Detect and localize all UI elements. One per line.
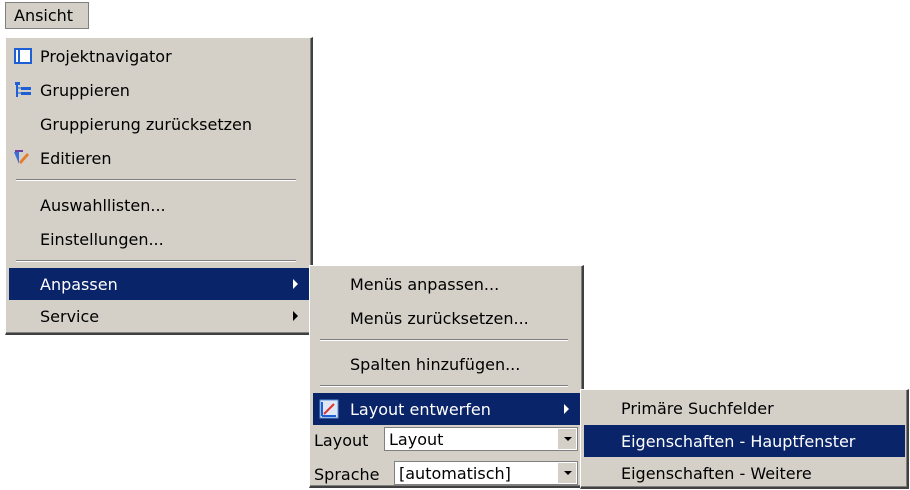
edit-pen-icon: [11, 148, 31, 168]
ansicht-menu: Projektnavigator Gruppieren Gruppierung …: [5, 37, 313, 335]
menu-item-gruppierung-zuruecksetzen[interactable]: Gruppierung zurücksetzen: [9, 108, 309, 140]
menu-item-layout-entwerfen[interactable]: Layout entwerfen: [313, 393, 580, 425]
gruppieren-label: Gruppieren: [40, 80, 130, 100]
submenu-arrow-icon: [564, 404, 569, 414]
layout-design-icon: [319, 399, 339, 419]
eigenschaften-hauptfenster-label: Eigenschaften - Hauptfenster: [621, 431, 856, 451]
separator: [320, 339, 568, 341]
menu-item-menues-anpassen[interactable]: Menüs anpassen...: [313, 268, 580, 300]
sprache-label: Sprache: [314, 465, 380, 484]
sprache-select[interactable]: [automatisch]: [394, 461, 578, 485]
layout-entwerfen-label: Layout entwerfen: [350, 399, 491, 419]
anpassen-label: Anpassen: [40, 274, 118, 294]
menu-item-service[interactable]: Service: [9, 300, 309, 332]
service-label: Service: [40, 306, 100, 326]
tree-icon: [13, 80, 33, 100]
menues-anpassen-label: Menüs anpassen...: [350, 274, 500, 294]
menu-item-eigenschaften-weitere[interactable]: Eigenschaften - Weitere: [584, 457, 905, 489]
menu-item-editieren[interactable]: Editieren: [9, 142, 309, 174]
menu-item-menues-zuruecksetzen[interactable]: Menüs zurücksetzen...: [313, 302, 580, 334]
eigenschaften-weitere-label: Eigenschaften - Weitere: [621, 463, 812, 483]
editieren-label: Editieren: [40, 148, 112, 168]
projektnavigator-label: Projektnavigator: [40, 46, 172, 66]
separator: [16, 260, 296, 262]
separator: [320, 385, 568, 387]
menu-item-anpassen[interactable]: Anpassen: [9, 268, 309, 300]
spalten-hinzufuegen-label: Spalten hinzufügen...: [350, 354, 521, 374]
chevron-down-icon[interactable]: [558, 463, 576, 483]
auswahllisten-label: Auswahllisten...: [40, 195, 166, 215]
submenu-arrow-icon: [293, 279, 298, 289]
menu-item-projektnavigator[interactable]: Projektnavigator: [9, 40, 309, 72]
chevron-down-icon[interactable]: [558, 429, 576, 449]
anpassen-submenu: Menüs anpassen... Menüs zurücksetzen... …: [309, 265, 584, 488]
gruppierung-zuruecksetzen-label: Gruppierung zurücksetzen: [40, 114, 252, 134]
layout-select-value: Layout: [389, 429, 444, 449]
panel-icon: [13, 46, 33, 66]
menubar-ansicht[interactable]: Ansicht: [5, 2, 89, 29]
menu-item-spalten-hinzufuegen[interactable]: Spalten hinzufügen...: [313, 348, 580, 380]
submenu-arrow-icon: [293, 311, 298, 321]
layout-label: Layout: [314, 431, 369, 450]
menu-item-auswahllisten[interactable]: Auswahllisten...: [9, 189, 309, 221]
sprache-select-value: [automatisch]: [399, 463, 511, 483]
primaere-suchfelder-label: Primäre Suchfelder: [621, 398, 774, 418]
layout-entwerfen-submenu: Primäre Suchfelder Eigenschaften - Haupt…: [580, 389, 909, 489]
menu-item-einstellungen[interactable]: Einstellungen...: [9, 223, 309, 255]
einstellungen-label: Einstellungen...: [40, 229, 164, 249]
menu-item-eigenschaften-hauptfenster[interactable]: Eigenschaften - Hauptfenster: [584, 425, 905, 457]
menues-zuruecksetzen-label: Menüs zurücksetzen...: [350, 308, 529, 328]
menubar-ansicht-label: Ansicht: [14, 6, 74, 25]
menu-item-primaere-suchfelder[interactable]: Primäre Suchfelder: [584, 392, 905, 424]
layout-select[interactable]: Layout: [384, 427, 578, 451]
separator: [16, 179, 296, 181]
menu-item-gruppieren[interactable]: Gruppieren: [9, 74, 309, 106]
